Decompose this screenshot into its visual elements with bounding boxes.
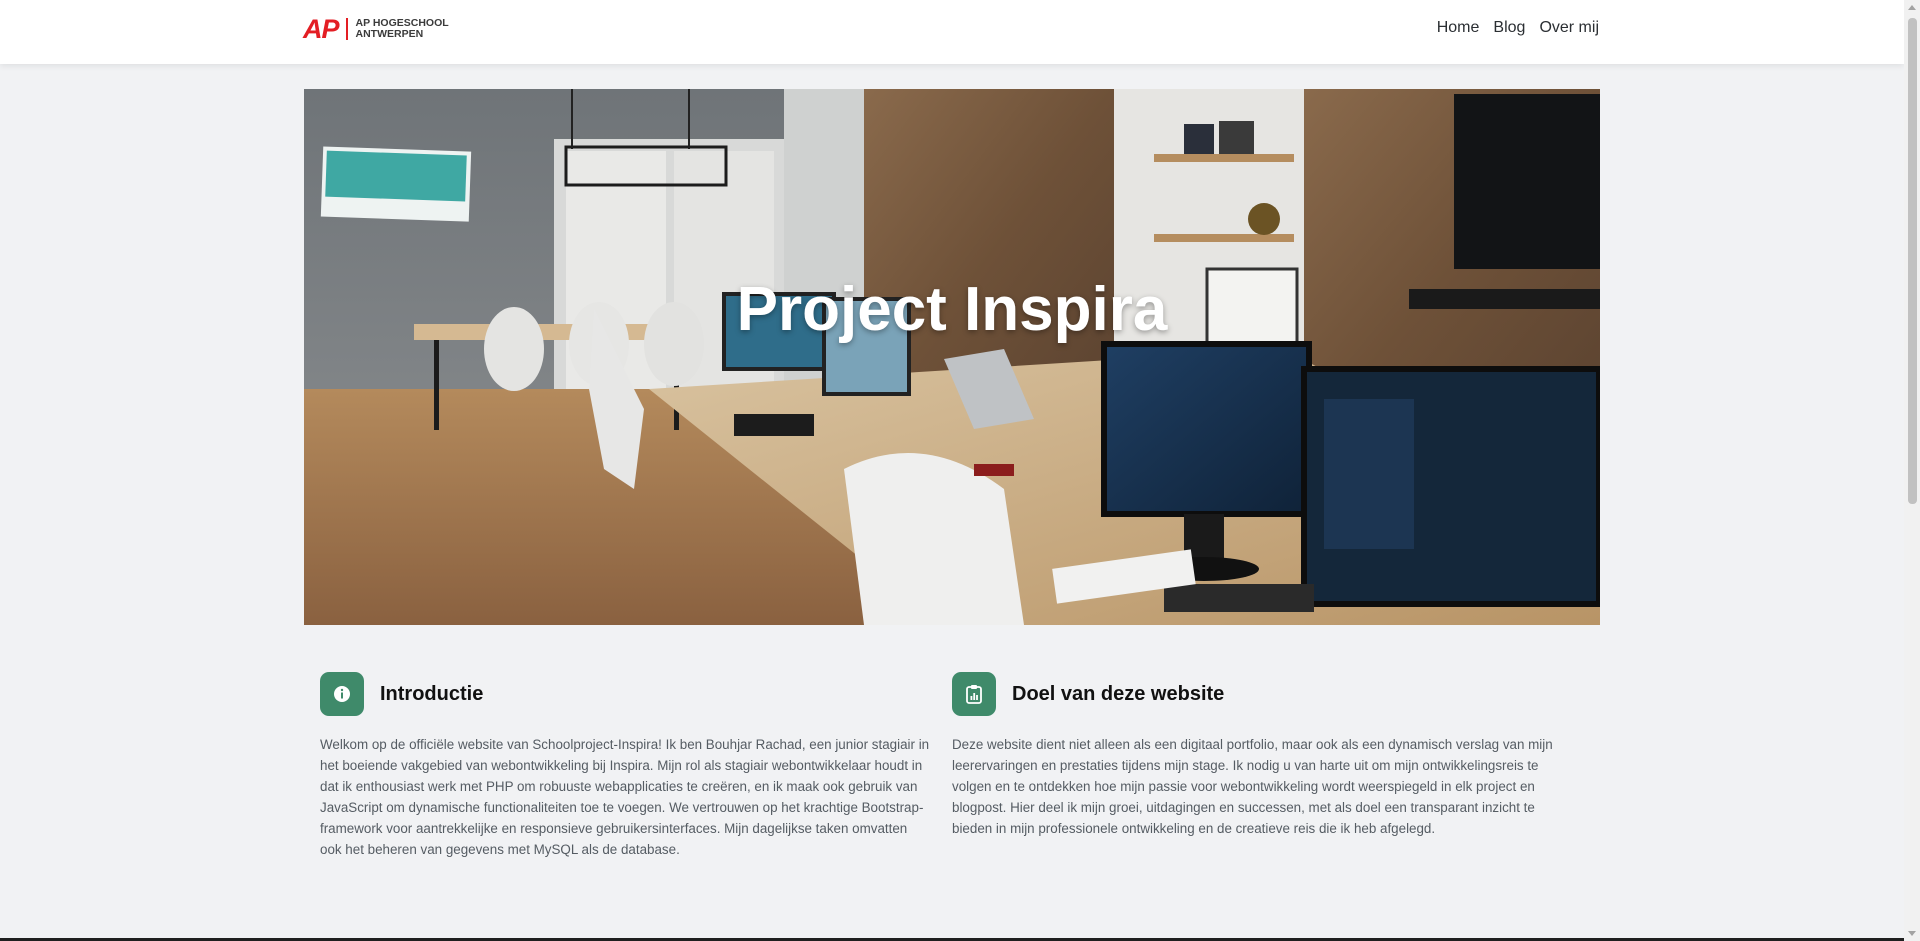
ap-hogeschool-logo[interactable]: AP AP HOGESCHOOL ANTWERPEN: [303, 14, 449, 44]
logo-line-2: ANTWERPEN: [355, 28, 424, 40]
feature-doel-van-deze-website: Doel van deze website Deze website dient…: [952, 672, 1564, 839]
main-nav: Home Blog Over mij: [1437, 19, 1599, 37]
hero-banner: Project Inspira: [304, 89, 1600, 625]
feature-header: Introductie: [320, 672, 932, 716]
clipboard-chart-icon: [966, 685, 982, 704]
logo-text: AP HOGESCHOOL ANTWERPEN: [356, 18, 449, 40]
logo-mark: AP: [303, 14, 340, 44]
feature-description: Welkom op de officiële website van Schoo…: [320, 737, 930, 857]
feature-header: Doel van deze website: [952, 672, 1564, 716]
feature-title: Doel van deze website: [1012, 682, 1225, 705]
feature-introductie: Introductie Welkom op de officiële websi…: [320, 672, 932, 860]
feature-title: Introductie: [380, 682, 484, 705]
navbar: AP AP HOGESCHOOL ANTWERPEN Home Blog Ove…: [0, 0, 1904, 64]
nav-over-mij-link[interactable]: Over mij: [1539, 19, 1599, 37]
info-icon: [334, 686, 350, 702]
logo-divider: [345, 18, 348, 40]
scroll-thumb[interactable]: [1908, 18, 1917, 504]
clipboard-icon-badge: [952, 672, 996, 716]
page-scrollbar[interactable]: [1904, 0, 1920, 941]
office-photo: [304, 89, 1600, 625]
feature-description: Deze website dient niet alleen als een d…: [952, 737, 1553, 836]
scroll-up-arrow-icon[interactable]: [1908, 5, 1916, 10]
hero-title: Project Inspira: [736, 275, 1168, 344]
nav-home-link[interactable]: Home: [1437, 19, 1480, 37]
info-icon-badge: [320, 672, 364, 716]
scroll-down-arrow-icon[interactable]: [1908, 931, 1916, 936]
nav-blog-link[interactable]: Blog: [1493, 19, 1525, 37]
